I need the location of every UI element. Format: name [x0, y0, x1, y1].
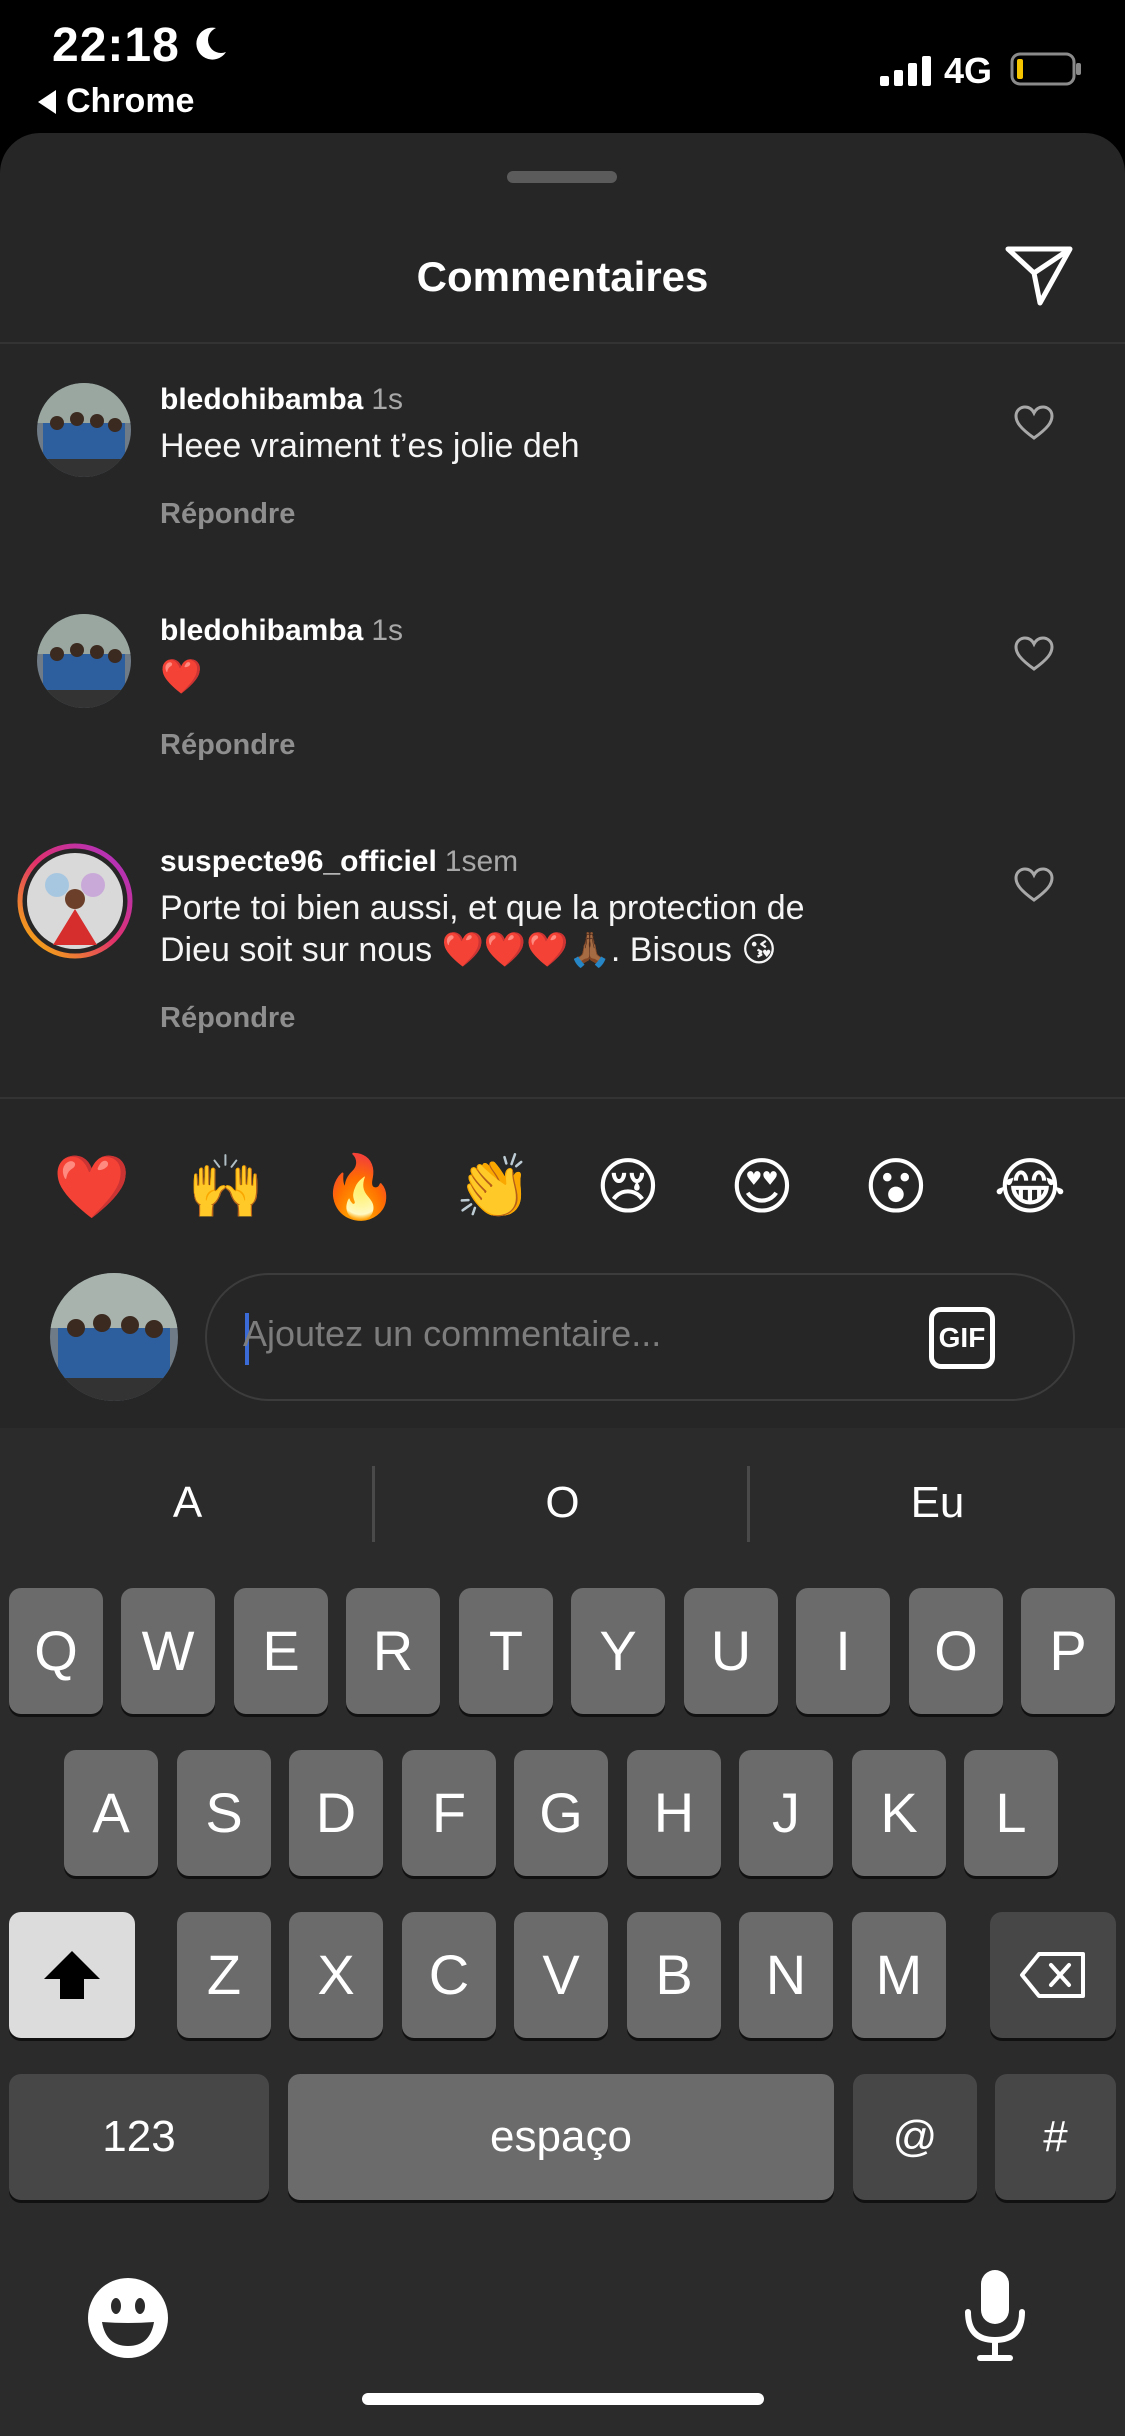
comments-sheet: Commentaires bledohibamba 1s Heee vraimen…: [0, 133, 1125, 1428]
comment-time: 1s: [371, 383, 404, 416]
quick-emoji-bar: ❤️ 🙌 🔥 👏 😢 😍 😮 😂: [0, 1143, 1125, 1233]
avatar[interactable]: [37, 614, 131, 708]
hash-key[interactable]: #: [995, 2074, 1116, 2200]
avatar-story-ring[interactable]: [17, 843, 133, 959]
sheet-title: Commentaires: [416, 253, 709, 300]
key-h[interactable]: H: [627, 1750, 721, 1876]
back-to-app-link[interactable]: Chrome: [38, 82, 194, 121]
emoji-fire-button[interactable]: 🔥: [315, 1143, 405, 1233]
numbers-key[interactable]: 123: [9, 2074, 269, 2200]
emoji-laugh-button[interactable]: 😂: [985, 1143, 1075, 1233]
divider: [0, 1097, 1125, 1099]
reply-button[interactable]: Répondre: [160, 1002, 295, 1035]
key-c[interactable]: C: [402, 1912, 496, 2038]
at-key[interactable]: @: [853, 2074, 977, 2200]
key-l[interactable]: L: [964, 1750, 1058, 1876]
key-q[interactable]: Q: [9, 1588, 103, 1714]
key-b[interactable]: B: [627, 1912, 721, 2038]
comment-text-line: Dieu soit sur nous ❤️❤️❤️🙏🏾. Bisous 😘: [160, 931, 777, 969]
comment-username[interactable]: bledohibamba 1s: [160, 614, 403, 648]
key-s[interactable]: S: [177, 1750, 271, 1876]
emoji-raised-hands-button[interactable]: 🙌: [181, 1143, 271, 1233]
key-o[interactable]: O: [909, 1588, 1003, 1714]
emoji-keyboard-icon[interactable]: [86, 2276, 170, 2360]
shift-key[interactable]: [9, 1912, 135, 2038]
key-w[interactable]: W: [121, 1588, 215, 1714]
moon-icon: [196, 27, 226, 60]
emoji-heart-button[interactable]: ❤️: [47, 1143, 137, 1233]
key-i[interactable]: I: [796, 1588, 890, 1714]
reply-button[interactable]: Répondre: [160, 729, 295, 762]
comment-time: 1sem: [444, 845, 519, 878]
battery-icon: [1010, 52, 1081, 86]
shift-arrow-icon: [44, 1951, 100, 1999]
emoji-clap-button[interactable]: 👏: [449, 1143, 539, 1233]
gif-button[interactable]: GIF: [929, 1307, 995, 1369]
reply-button[interactable]: Répondre: [160, 498, 295, 531]
key-y[interactable]: Y: [571, 1588, 665, 1714]
key-f[interactable]: F: [402, 1750, 496, 1876]
heart-icon[interactable]: [1014, 867, 1054, 903]
key-m[interactable]: M: [852, 1912, 946, 2038]
signal-icon: [880, 56, 931, 86]
network-type: 4G: [944, 50, 993, 91]
divider: [0, 342, 1125, 344]
key-j[interactable]: J: [739, 1750, 833, 1876]
key-r[interactable]: R: [346, 1588, 440, 1714]
comment-text: ❤️: [160, 658, 203, 696]
suggestion-1[interactable]: A: [0, 1428, 375, 1578]
comment-input[interactable]: Ajoutez un commentaire... GIF: [205, 1273, 1075, 1401]
key-a[interactable]: A: [64, 1750, 158, 1876]
backspace-key[interactable]: [990, 1912, 1116, 2038]
status-bar: 22:18 Chrome 4G: [0, 0, 1125, 135]
keyboard: A O Eu Q W E R T Y U I O P A S D F G H J…: [0, 1428, 1125, 2436]
key-x[interactable]: X: [289, 1912, 383, 2038]
emoji-surprised-button[interactable]: 😮: [851, 1143, 941, 1233]
key-d[interactable]: D: [289, 1750, 383, 1876]
send-icon[interactable]: [1004, 243, 1074, 307]
heart-icon[interactable]: [1014, 636, 1054, 672]
emoji-cry-button[interactable]: 😢: [583, 1143, 673, 1233]
sheet-grabber[interactable]: [507, 171, 617, 183]
microphone-icon[interactable]: [960, 2268, 1030, 2364]
key-e[interactable]: E: [234, 1588, 328, 1714]
back-app-label: Chrome: [66, 82, 195, 120]
comment-text-line: Porte toi bien aussi, et que la protecti…: [160, 889, 805, 927]
suggestion-3[interactable]: Eu: [750, 1428, 1125, 1578]
key-z[interactable]: Z: [177, 1912, 271, 2038]
key-v[interactable]: V: [514, 1912, 608, 2038]
emoji-heart-eyes-button[interactable]: 😍: [717, 1143, 807, 1233]
status-time: 22:18: [52, 19, 180, 72]
heart-icon[interactable]: [1014, 405, 1054, 441]
key-u[interactable]: U: [684, 1588, 778, 1714]
suggestion-2[interactable]: O: [375, 1428, 750, 1578]
comment-text: Heee vraiment t’es jolie deh: [160, 427, 580, 465]
space-key[interactable]: espaço: [288, 2074, 834, 2200]
home-indicator[interactable]: [362, 2393, 764, 2405]
comment-username[interactable]: bledohibamba 1s: [160, 383, 403, 417]
key-t[interactable]: T: [459, 1588, 553, 1714]
current-user-avatar: [50, 1273, 178, 1401]
avatar[interactable]: [37, 383, 131, 477]
key-g[interactable]: G: [514, 1750, 608, 1876]
backspace-icon: [1020, 1952, 1085, 1998]
comment-time: 1s: [371, 614, 404, 647]
back-arrow-icon: [38, 89, 56, 114]
key-n[interactable]: N: [739, 1912, 833, 2038]
comment-username[interactable]: suspecte96_officiel 1sem: [160, 845, 518, 879]
comment-input-placeholder: Ajoutez un commentaire...: [243, 1313, 662, 1354]
key-k[interactable]: K: [852, 1750, 946, 1876]
key-p[interactable]: P: [1021, 1588, 1115, 1714]
comment-text: Porte toi bien aussi, et que la protecti…: [160, 887, 940, 971]
